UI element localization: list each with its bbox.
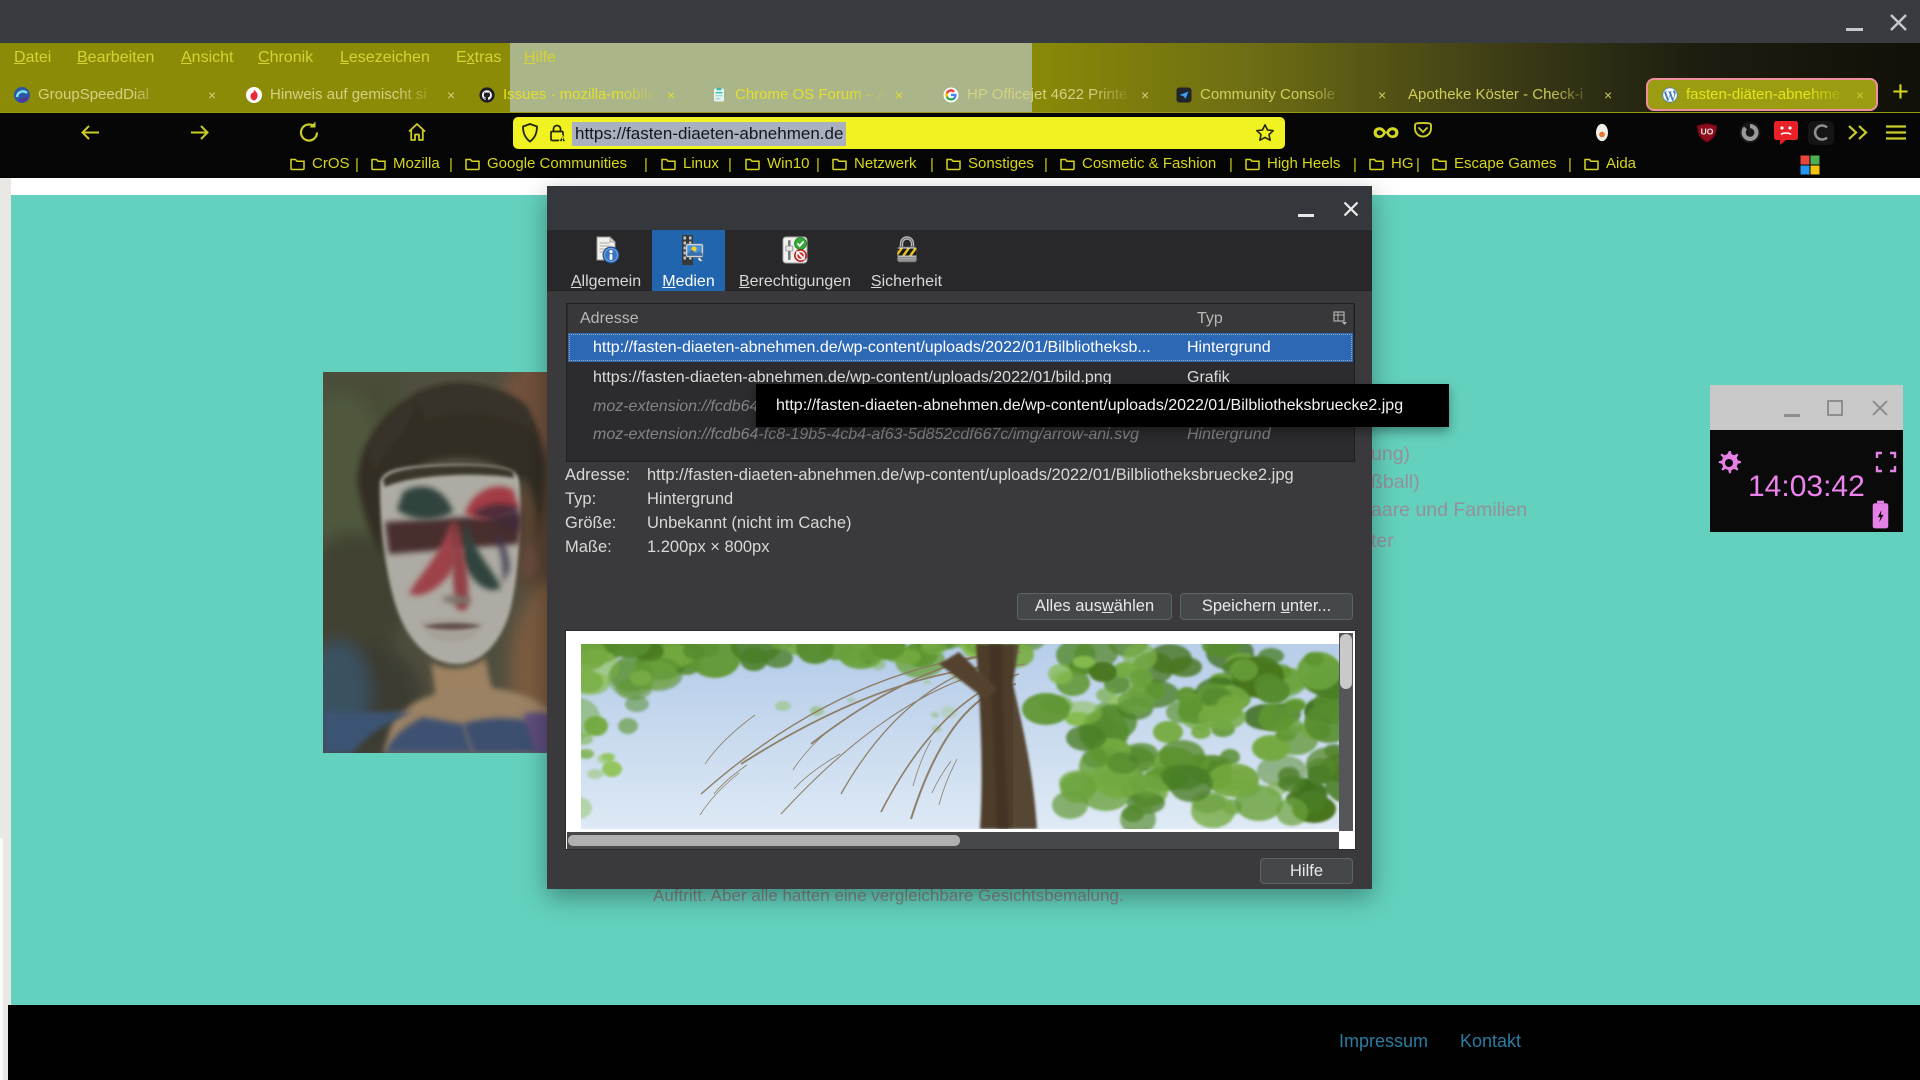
svg-text:UO: UO xyxy=(1701,127,1714,137)
